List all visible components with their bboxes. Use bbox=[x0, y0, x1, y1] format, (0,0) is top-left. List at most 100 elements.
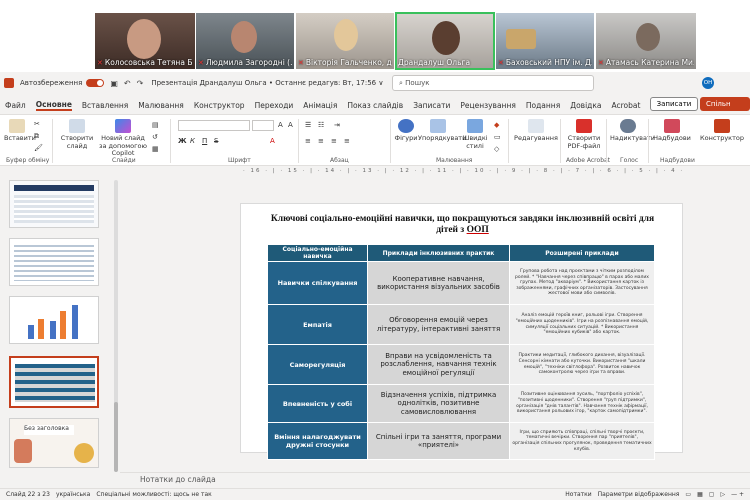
sorter-view-icon[interactable]: ▦ bbox=[697, 491, 703, 498]
copy-icon[interactable]: ⧉ bbox=[34, 132, 39, 141]
quick-styles-button[interactable]: Швидкі стилі bbox=[458, 119, 492, 150]
user-avatar[interactable]: ОН bbox=[702, 77, 714, 89]
thumb-table bbox=[15, 364, 95, 402]
tab-draw[interactable]: Малювання bbox=[138, 101, 184, 110]
participant-tile-active-speaker[interactable]: Драндалуш Ольга bbox=[395, 12, 495, 70]
tab-animations[interactable]: Анімація bbox=[303, 101, 337, 110]
participant-tile[interactable]: ✕ Людмила Загородні (... bbox=[196, 13, 294, 69]
grow-font-icon[interactable]: A bbox=[278, 121, 283, 129]
tab-transitions[interactable]: Переходи bbox=[255, 101, 294, 110]
normal-view-icon[interactable]: ▭ bbox=[685, 491, 691, 498]
copilot-new-slide-button[interactable]: Новий слайд за допомогою Copilot bbox=[98, 119, 148, 158]
tab-design[interactable]: Конструктор bbox=[194, 101, 245, 110]
tab-file[interactable]: Файл bbox=[5, 101, 26, 110]
document-title[interactable]: Презентація Драндалуш Ольга • Останнє ре… bbox=[151, 79, 383, 87]
slideshow-icon[interactable]: ▷ bbox=[720, 491, 725, 498]
slide-thumbnail[interactable]: Без заголовка bbox=[9, 418, 99, 468]
group-clipboard: Буфер обміну bbox=[6, 157, 50, 164]
thumbnail-scrollbar-thumb[interactable] bbox=[114, 402, 118, 472]
bold-button[interactable]: Ж bbox=[178, 137, 187, 145]
reset-icon[interactable]: ↺ bbox=[152, 133, 158, 141]
bullets-icon[interactable]: ☰ bbox=[305, 121, 311, 129]
practice-cell: Спільні ігри та заняття, програми «прият… bbox=[367, 422, 510, 460]
italic-button[interactable]: К bbox=[190, 137, 195, 145]
display-settings[interactable]: Параметри відображення bbox=[598, 491, 680, 498]
autosave-toggle[interactable] bbox=[86, 79, 105, 87]
save-icon[interactable]: ▣ bbox=[110, 79, 118, 88]
align-right-icon[interactable]: ≡ bbox=[331, 137, 337, 145]
share-button[interactable]: Спільн bbox=[700, 97, 750, 111]
align-center-icon[interactable]: ≡ bbox=[318, 137, 324, 145]
slide-thumbnail[interactable] bbox=[9, 238, 99, 286]
arrange-button[interactable]: Упорядкувати bbox=[418, 119, 466, 143]
font-color-icon[interactable]: A bbox=[270, 137, 275, 145]
section-icon[interactable]: ▦ bbox=[152, 145, 159, 153]
cut-icon[interactable]: ✂ bbox=[34, 120, 40, 128]
notes-pane[interactable]: Нотатки до слайда bbox=[120, 472, 750, 486]
font-size-select[interactable] bbox=[252, 120, 274, 131]
paste-button[interactable]: Вставити bbox=[4, 119, 36, 143]
shape-fill-icon[interactable]: ◆ bbox=[494, 121, 499, 129]
reading-view-icon[interactable]: ▢ bbox=[709, 491, 715, 498]
tab-view[interactable]: Подання bbox=[526, 101, 560, 110]
participant-face bbox=[636, 23, 660, 51]
tab-home[interactable]: Основне bbox=[35, 100, 72, 111]
thumb-image bbox=[74, 443, 94, 463]
record-button[interactable]: Записати bbox=[650, 97, 698, 111]
align-left-icon[interactable]: ≡ bbox=[305, 137, 311, 145]
table-row: Саморегуляція Вправи на усвідомленість т… bbox=[267, 344, 655, 385]
numbering-icon[interactable]: ☷ bbox=[318, 121, 324, 129]
justify-icon[interactable]: ≡ bbox=[344, 137, 350, 145]
shapes-button[interactable]: Фігури bbox=[394, 119, 418, 143]
tab-review[interactable]: Рецензування bbox=[460, 101, 516, 110]
designer-button[interactable]: Конструктор bbox=[700, 119, 744, 143]
zoom-slider[interactable]: — + bbox=[731, 491, 744, 498]
group-addins: Надбудови bbox=[660, 157, 695, 164]
search-input[interactable]: ⌕ Пошук bbox=[392, 75, 594, 91]
strikethrough-button[interactable]: S bbox=[214, 137, 218, 145]
shrink-font-icon[interactable]: A bbox=[288, 121, 293, 129]
language-indicator[interactable]: українська bbox=[56, 491, 90, 498]
notes-toggle[interactable]: Нотатки bbox=[565, 491, 591, 498]
thumb-title: Без заголовка bbox=[24, 425, 74, 435]
divider bbox=[560, 119, 561, 163]
participant-tile[interactable]: ✕ Баховський НПУ ім. Д... bbox=[496, 13, 594, 69]
mic-muted-icon: ✕ bbox=[198, 59, 204, 67]
format-painter-icon[interactable]: 🖌 bbox=[34, 144, 43, 152]
slide-thumbnail[interactable] bbox=[9, 296, 99, 344]
participant-tile[interactable]: ✕ Вікторія Гальченко, д... bbox=[296, 13, 394, 69]
slide-canvas[interactable]: Ключові соціально-емоційні навички, що п… bbox=[240, 203, 683, 460]
new-slide-button[interactable]: Створити слайд bbox=[58, 119, 96, 150]
font-family-select[interactable] bbox=[178, 120, 250, 131]
create-pdf-button[interactable]: Створити PDF-файл bbox=[564, 119, 604, 150]
tab-acrobat[interactable]: Acrobat bbox=[611, 101, 640, 110]
redo-icon[interactable]: ↷ bbox=[137, 79, 144, 88]
table-row: Вміння налагоджувати дружні стосунки Спі… bbox=[267, 422, 655, 460]
slide-thumbnail-selected[interactable] bbox=[9, 356, 99, 408]
autosave-label: Автозбереження bbox=[20, 79, 83, 87]
accessibility-status[interactable]: Спеціальні можливості: щось не так bbox=[96, 491, 211, 498]
shapes-label: Фігури bbox=[394, 134, 418, 142]
thumbnail-scrollbar[interactable] bbox=[114, 180, 118, 420]
indent-icon[interactable]: ⇥ bbox=[334, 121, 340, 129]
tab-insert[interactable]: Вставлення bbox=[82, 101, 128, 110]
editing-button[interactable]: Редагування bbox=[514, 119, 558, 143]
dictate-button[interactable]: Надиктувати bbox=[610, 119, 655, 143]
undo-icon[interactable]: ↶ bbox=[124, 79, 131, 88]
participant-name: Колосовська Тетяна Б... bbox=[104, 58, 193, 67]
participant-tile[interactable]: ✕ Колосовська Тетяна Б... bbox=[95, 13, 195, 69]
underline-button[interactable]: П bbox=[202, 137, 207, 145]
addins-button[interactable]: Надбудови bbox=[652, 119, 692, 143]
participant-tile[interactable]: ✕ Атамась Катерина Ми... bbox=[596, 13, 696, 69]
slide-title[interactable]: Ключові соціально-емоційні навички, що п… bbox=[261, 214, 664, 236]
skill-cell: Навички спілкування bbox=[267, 261, 368, 305]
shape-outline-icon[interactable]: ▭ bbox=[494, 133, 501, 141]
addins-icon bbox=[664, 119, 680, 133]
tab-slideshow[interactable]: Показ слайдів bbox=[347, 101, 403, 110]
tab-help[interactable]: Довідка bbox=[570, 101, 601, 110]
layout-icon[interactable]: ▤ bbox=[152, 121, 159, 129]
shape-effects-icon[interactable]: ◇ bbox=[494, 145, 499, 153]
tab-record[interactable]: Записати bbox=[413, 101, 450, 110]
skills-table[interactable]: Соціально-емоційна навичка Приклади інкл… bbox=[267, 244, 655, 460]
slide-thumbnail[interactable] bbox=[9, 180, 99, 228]
